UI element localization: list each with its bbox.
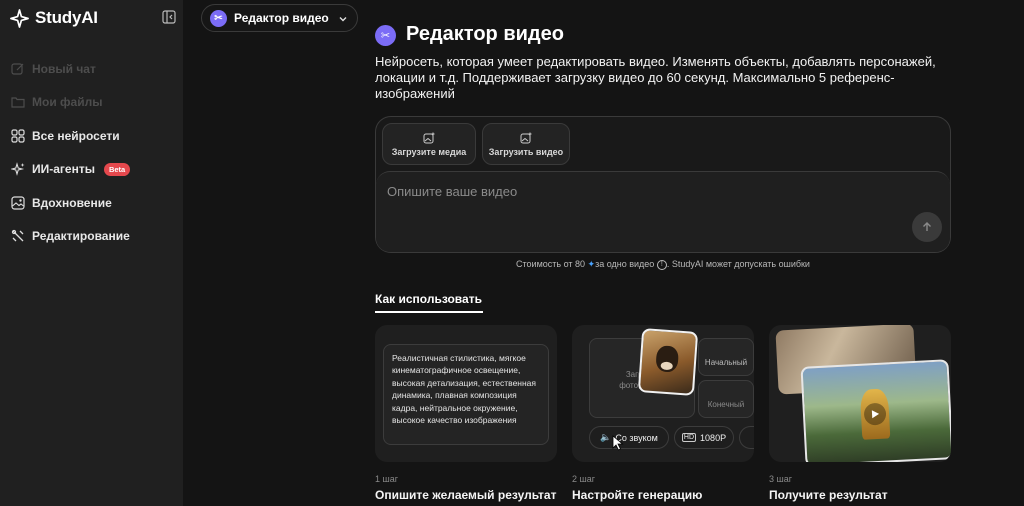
beta-badge: Beta bbox=[103, 162, 131, 176]
sidebar-item-ai-agents[interactable]: ИИ-агенты Beta bbox=[0, 153, 183, 187]
sidebar-item-label: ИИ-агенты bbox=[32, 162, 95, 177]
resolution-selector[interactable]: HD 1080P bbox=[674, 426, 734, 449]
upload-video-button[interactable]: Загрузить видео bbox=[482, 123, 570, 165]
start-frame-slot: Начальный bbox=[698, 338, 754, 376]
send-button[interactable] bbox=[912, 212, 942, 242]
step-3-number: 3 шаг bbox=[769, 474, 793, 484]
model-selector-label: Редактор видео bbox=[234, 11, 329, 25]
model-selector-button[interactable]: ✂ Редактор видео bbox=[201, 4, 358, 32]
start-frame-label: Начальный bbox=[704, 358, 748, 367]
page-description: Нейросеть, которая умеет редактировать в… bbox=[375, 54, 936, 101]
prompt-placeholder: Опишите ваше видео bbox=[387, 184, 518, 199]
aspect-selector[interactable] bbox=[739, 426, 754, 449]
step-2-number: 2 шаг bbox=[572, 474, 596, 484]
sidebar-item-label: Новый чат bbox=[32, 61, 96, 76]
cost-note: Стоимость от 80 ✦за одно видео !. StudyA… bbox=[375, 259, 951, 270]
video-editor-icon: ✂ bbox=[210, 9, 227, 27]
credit-spark-icon: ✦ bbox=[587, 259, 596, 269]
resolution-label: 1080P bbox=[700, 432, 727, 443]
sidebar-item-all-networks[interactable]: Все нейросети bbox=[0, 119, 183, 153]
step-1-title: Опишите желаемый результат bbox=[375, 488, 557, 502]
image-upload-icon bbox=[423, 132, 435, 143]
sidebar-item-new-chat[interactable]: Новый чат bbox=[0, 52, 183, 86]
cost-suffix: за одно видео bbox=[595, 259, 655, 269]
sparkle-logo-icon bbox=[10, 8, 29, 28]
sparkle-icon bbox=[11, 162, 25, 177]
sidebar-item-label: Мои файлы bbox=[32, 95, 103, 110]
tools-icon bbox=[11, 230, 24, 242]
logo[interactable]: StudyAI bbox=[10, 8, 98, 28]
tab-underline bbox=[375, 311, 483, 313]
upload-media-button[interactable]: Загрузите медиа bbox=[382, 123, 476, 165]
page-title: Редактор видео bbox=[406, 23, 564, 45]
sidebar: StudyAI Новый чат Мои файлы Все нейросет… bbox=[0, 0, 183, 506]
how-to-tab[interactable]: Как использовать bbox=[375, 292, 482, 306]
arrow-up-icon bbox=[923, 222, 931, 231]
sidebar-item-label: Редактирование bbox=[32, 229, 130, 244]
sidebar-item-editing[interactable]: Редактирование bbox=[0, 220, 183, 254]
sidebar-item-my-files[interactable]: Мои файлы bbox=[0, 86, 183, 120]
upload-video-label: Загрузить видео bbox=[488, 146, 564, 157]
app-name: StudyAI bbox=[35, 8, 98, 27]
dog-photo bbox=[637, 328, 699, 396]
sound-toggle[interactable]: 🔈 Со звуком bbox=[589, 426, 669, 449]
info-icon[interactable]: ! bbox=[656, 259, 667, 270]
step-3-title: Получите результат bbox=[769, 488, 888, 502]
prompt-input[interactable]: Опишите ваше видео bbox=[376, 171, 950, 252]
end-frame-label: Конечный bbox=[707, 400, 745, 409]
cost-tail: . StudyAI может допускать ошибки bbox=[666, 259, 810, 269]
result-video-preview[interactable] bbox=[800, 359, 951, 462]
image-icon bbox=[11, 196, 25, 210]
composer: Загрузите медиа Загрузить видео Опишите … bbox=[375, 116, 951, 253]
sidebar-item-label: Все нейросети bbox=[32, 128, 120, 143]
step-3-card bbox=[769, 325, 951, 462]
video-upload-icon bbox=[520, 132, 532, 143]
speaker-icon: 🔈 bbox=[600, 432, 612, 442]
step-1-card: Реалистичная стилистика, мягкое кинемато… bbox=[375, 325, 557, 462]
video-editor-icon: ✂ bbox=[375, 25, 396, 46]
example-prompt-text: Реалистичная стилистика, мягкое кинемато… bbox=[383, 344, 549, 445]
cost-prefix: Стоимость от 80 bbox=[516, 259, 586, 269]
step-2-card: Загрузит фото, видео Начальный Конечный … bbox=[572, 325, 754, 462]
collapse-sidebar-icon[interactable] bbox=[162, 10, 176, 24]
end-frame-slot: Конечный bbox=[698, 380, 754, 418]
edit-icon bbox=[11, 63, 24, 75]
folder-icon bbox=[11, 97, 25, 108]
cursor-icon bbox=[612, 435, 624, 451]
hd-icon: HD bbox=[681, 433, 697, 442]
sidebar-item-inspiration[interactable]: Вдохновение bbox=[0, 186, 183, 220]
sidebar-item-label: Вдохновение bbox=[32, 195, 112, 210]
step-2-title: Настройте генерацию bbox=[572, 488, 703, 502]
step-1-number: 1 шаг bbox=[375, 474, 399, 484]
grid-icon bbox=[11, 129, 25, 143]
sidebar-nav: Новый чат Мои файлы Все нейросети ИИ-аге… bbox=[0, 52, 183, 253]
chevron-down-icon bbox=[339, 17, 347, 22]
upload-media-label: Загрузите медиа bbox=[391, 146, 467, 157]
